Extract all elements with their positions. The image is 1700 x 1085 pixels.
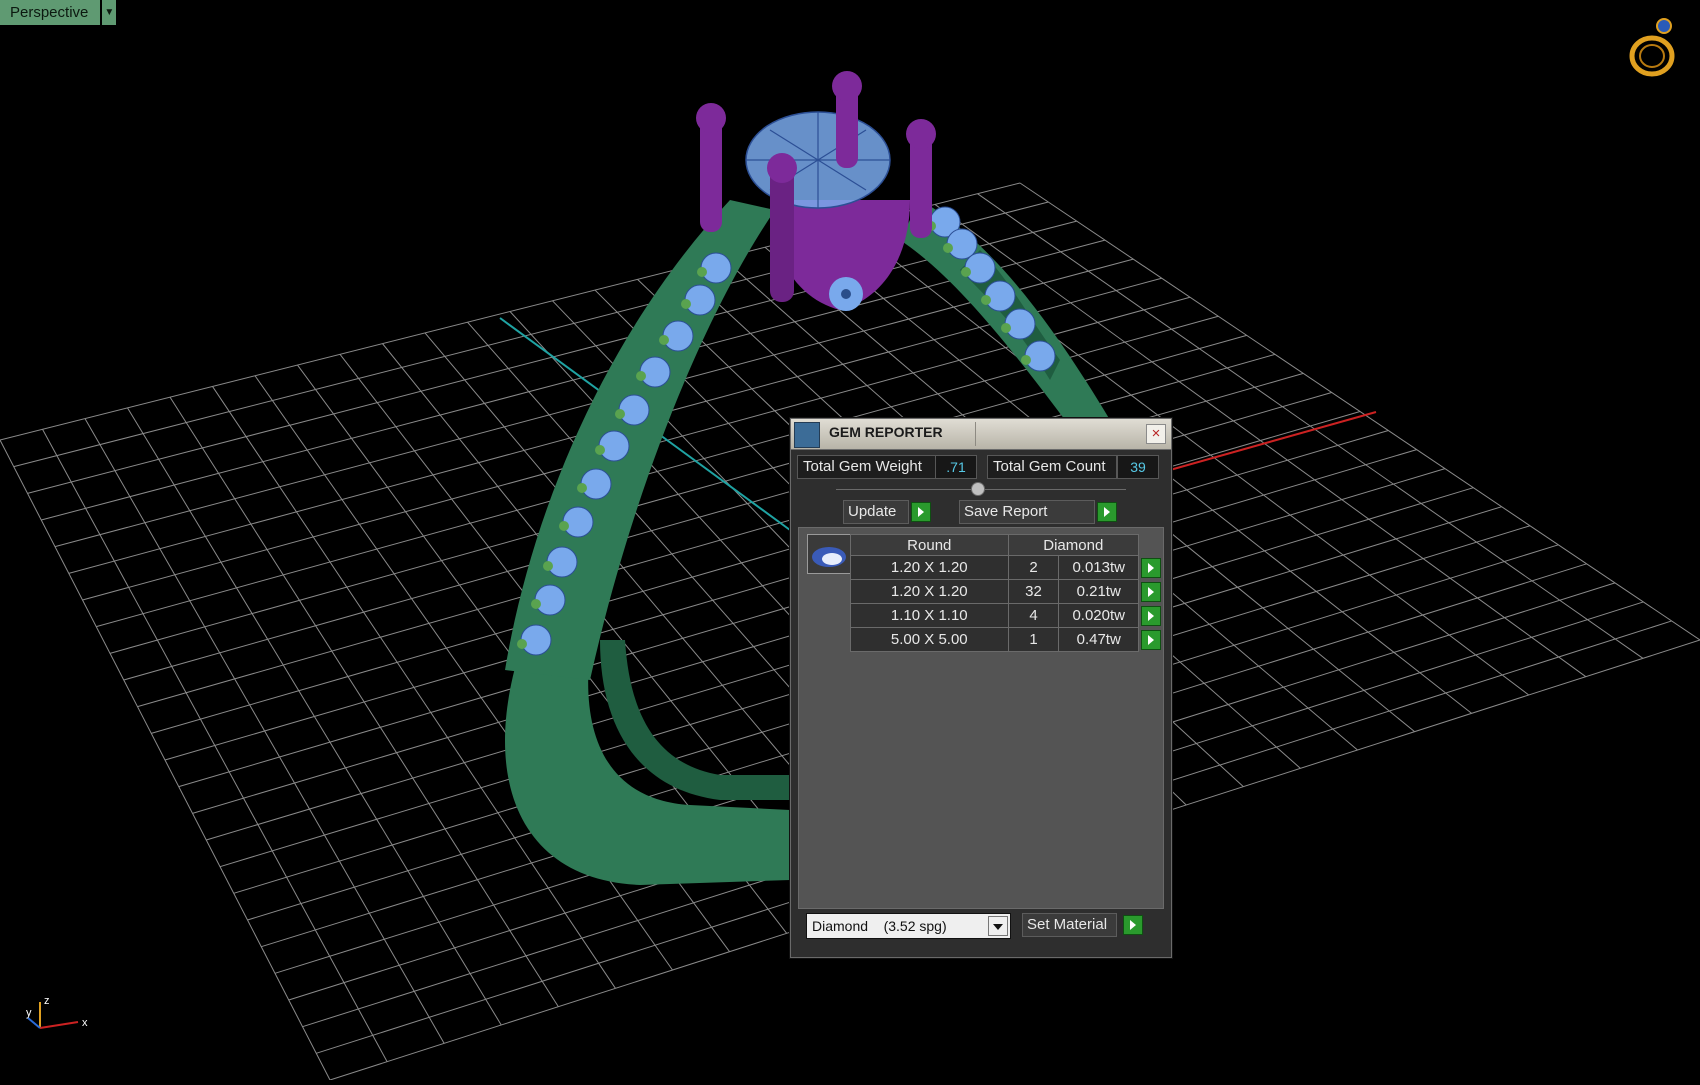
select-gems-icon[interactable] — [1141, 557, 1161, 578]
pave-gem — [662, 320, 694, 352]
total-gem-weight-value: .71 — [935, 455, 977, 479]
ring-icon[interactable] — [1626, 14, 1682, 80]
gem-size: 1.10 X 1.10 — [850, 603, 1009, 628]
pave-bead — [659, 335, 669, 345]
chevron-down-icon[interactable] — [988, 916, 1008, 936]
row-action[interactable] — [1138, 603, 1163, 628]
axis-label-y: y — [26, 1007, 32, 1019]
shape-header: Round — [850, 534, 1009, 556]
pave-gem — [562, 506, 594, 538]
pave-bead — [577, 483, 587, 493]
save-report-go-icon[interactable] — [1097, 502, 1117, 522]
gem-list[interactable]: Round Diamond 1.20 X 1.20 2 0.013tw 1.20… — [798, 527, 1164, 909]
pave-gem — [520, 624, 552, 656]
pave-bead — [1021, 355, 1031, 365]
pave-bead — [681, 299, 691, 309]
total-gem-count-value: 39 — [1117, 455, 1159, 479]
material-select-value: Diamond (3.52 spg) — [812, 918, 947, 934]
pave-gem — [1004, 308, 1036, 340]
gem-count: 1 — [1007, 627, 1060, 652]
gem-weight: 0.21tw — [1058, 579, 1139, 604]
material-header: Diamond — [1007, 534, 1140, 556]
pave-bead — [543, 561, 553, 571]
pave-bead — [981, 295, 991, 305]
pave-gem — [700, 252, 732, 284]
total-gem-weight-label: Total Gem Weight — [797, 455, 937, 479]
viewport-label[interactable]: Perspective ▼ — [0, 0, 117, 25]
close-icon[interactable]: × — [1146, 424, 1166, 444]
gem-weight: 0.47tw — [1058, 627, 1139, 652]
pave-bead — [943, 243, 953, 253]
select-gems-icon[interactable] — [1141, 581, 1161, 602]
pave-gem — [984, 280, 1016, 312]
pave-gem — [1024, 340, 1056, 372]
table-header-row: Round Diamond — [850, 534, 1163, 556]
row-action[interactable] — [1138, 579, 1163, 604]
axis-label-x: x — [82, 1017, 88, 1029]
gem-shape-icon[interactable] — [807, 534, 851, 574]
pave-bead — [961, 267, 971, 277]
pave-bead — [531, 599, 541, 609]
gem-count: 4 — [1007, 603, 1060, 628]
table-row[interactable]: 5.00 X 5.00 1 0.47tw — [850, 627, 1163, 652]
gem-reporter-icon — [794, 422, 820, 448]
header-spacer — [1138, 534, 1163, 556]
pave-gem — [580, 468, 612, 500]
pave-bead — [517, 639, 527, 649]
row-action[interactable] — [1138, 555, 1163, 580]
update-go-icon[interactable] — [911, 502, 931, 522]
axis-label-z: z — [44, 995, 50, 1007]
gem-count: 32 — [1007, 579, 1060, 604]
chevron-down-icon[interactable]: ▼ — [102, 0, 117, 25]
gem-weight: 0.020tw — [1058, 603, 1139, 628]
side-gem-culet — [841, 289, 851, 299]
pave-gem — [618, 394, 650, 426]
grid-line — [164, 411, 1361, 761]
pave-bead — [615, 409, 625, 419]
total-gem-count-label: Total Gem Count — [987, 455, 1117, 479]
pave-bead — [595, 445, 605, 455]
panel-titlebar[interactable]: GEM REPORTER × — [791, 419, 1171, 450]
select-gems-icon[interactable] — [1141, 629, 1162, 650]
view-name[interactable]: Perspective — [0, 0, 101, 25]
table-row[interactable]: 1.20 X 1.20 32 0.21tw — [850, 579, 1163, 604]
x-axis-line — [1169, 411, 1377, 471]
gem-count: 2 — [1007, 555, 1060, 580]
row-action[interactable] — [1138, 627, 1163, 652]
update-button[interactable]: Update — [843, 500, 909, 524]
save-report-button[interactable]: Save Report — [959, 500, 1095, 524]
pave-gem — [684, 284, 716, 316]
panel-title: GEM REPORTER — [829, 424, 943, 440]
pave-gem — [598, 430, 630, 462]
pave-gem — [639, 356, 671, 388]
table-row[interactable]: 1.10 X 1.10 4 0.020tw — [850, 603, 1163, 628]
pave-gem — [534, 584, 566, 616]
set-material-button[interactable]: Set Material — [1022, 913, 1117, 937]
panel-slider-handle[interactable] — [971, 482, 985, 496]
gem-weight: 0.013tw — [1058, 555, 1139, 580]
pave-bead — [559, 521, 569, 531]
grid-line — [178, 430, 1389, 788]
pave-gem — [546, 546, 578, 578]
set-material-go-icon[interactable] — [1123, 915, 1143, 935]
ring-shank-right — [900, 200, 1110, 440]
gem-size: 5.00 X 5.00 — [850, 627, 1009, 652]
pave-gem — [964, 252, 996, 284]
pave-bead — [1001, 323, 1011, 333]
pave-bead — [636, 371, 646, 381]
gem-size: 1.20 X 1.20 — [850, 579, 1009, 604]
pave-bead — [697, 267, 707, 277]
gem-size: 1.20 X 1.20 — [850, 555, 1009, 580]
material-select[interactable]: Diamond (3.52 spg) — [806, 913, 1011, 939]
axis-gizmo-icon: z x y — [26, 995, 88, 1029]
titlebar-divider — [975, 422, 976, 446]
gem-table: Round Diamond 1.20 X 1.20 2 0.013tw 1.20… — [850, 534, 1163, 652]
gem-reporter-panel[interactable]: GEM REPORTER × Total Gem Weight .71 Tota… — [790, 418, 1172, 958]
select-gems-icon[interactable] — [1141, 605, 1161, 626]
table-row[interactable]: 1.20 X 1.20 2 0.013tw — [850, 555, 1163, 580]
